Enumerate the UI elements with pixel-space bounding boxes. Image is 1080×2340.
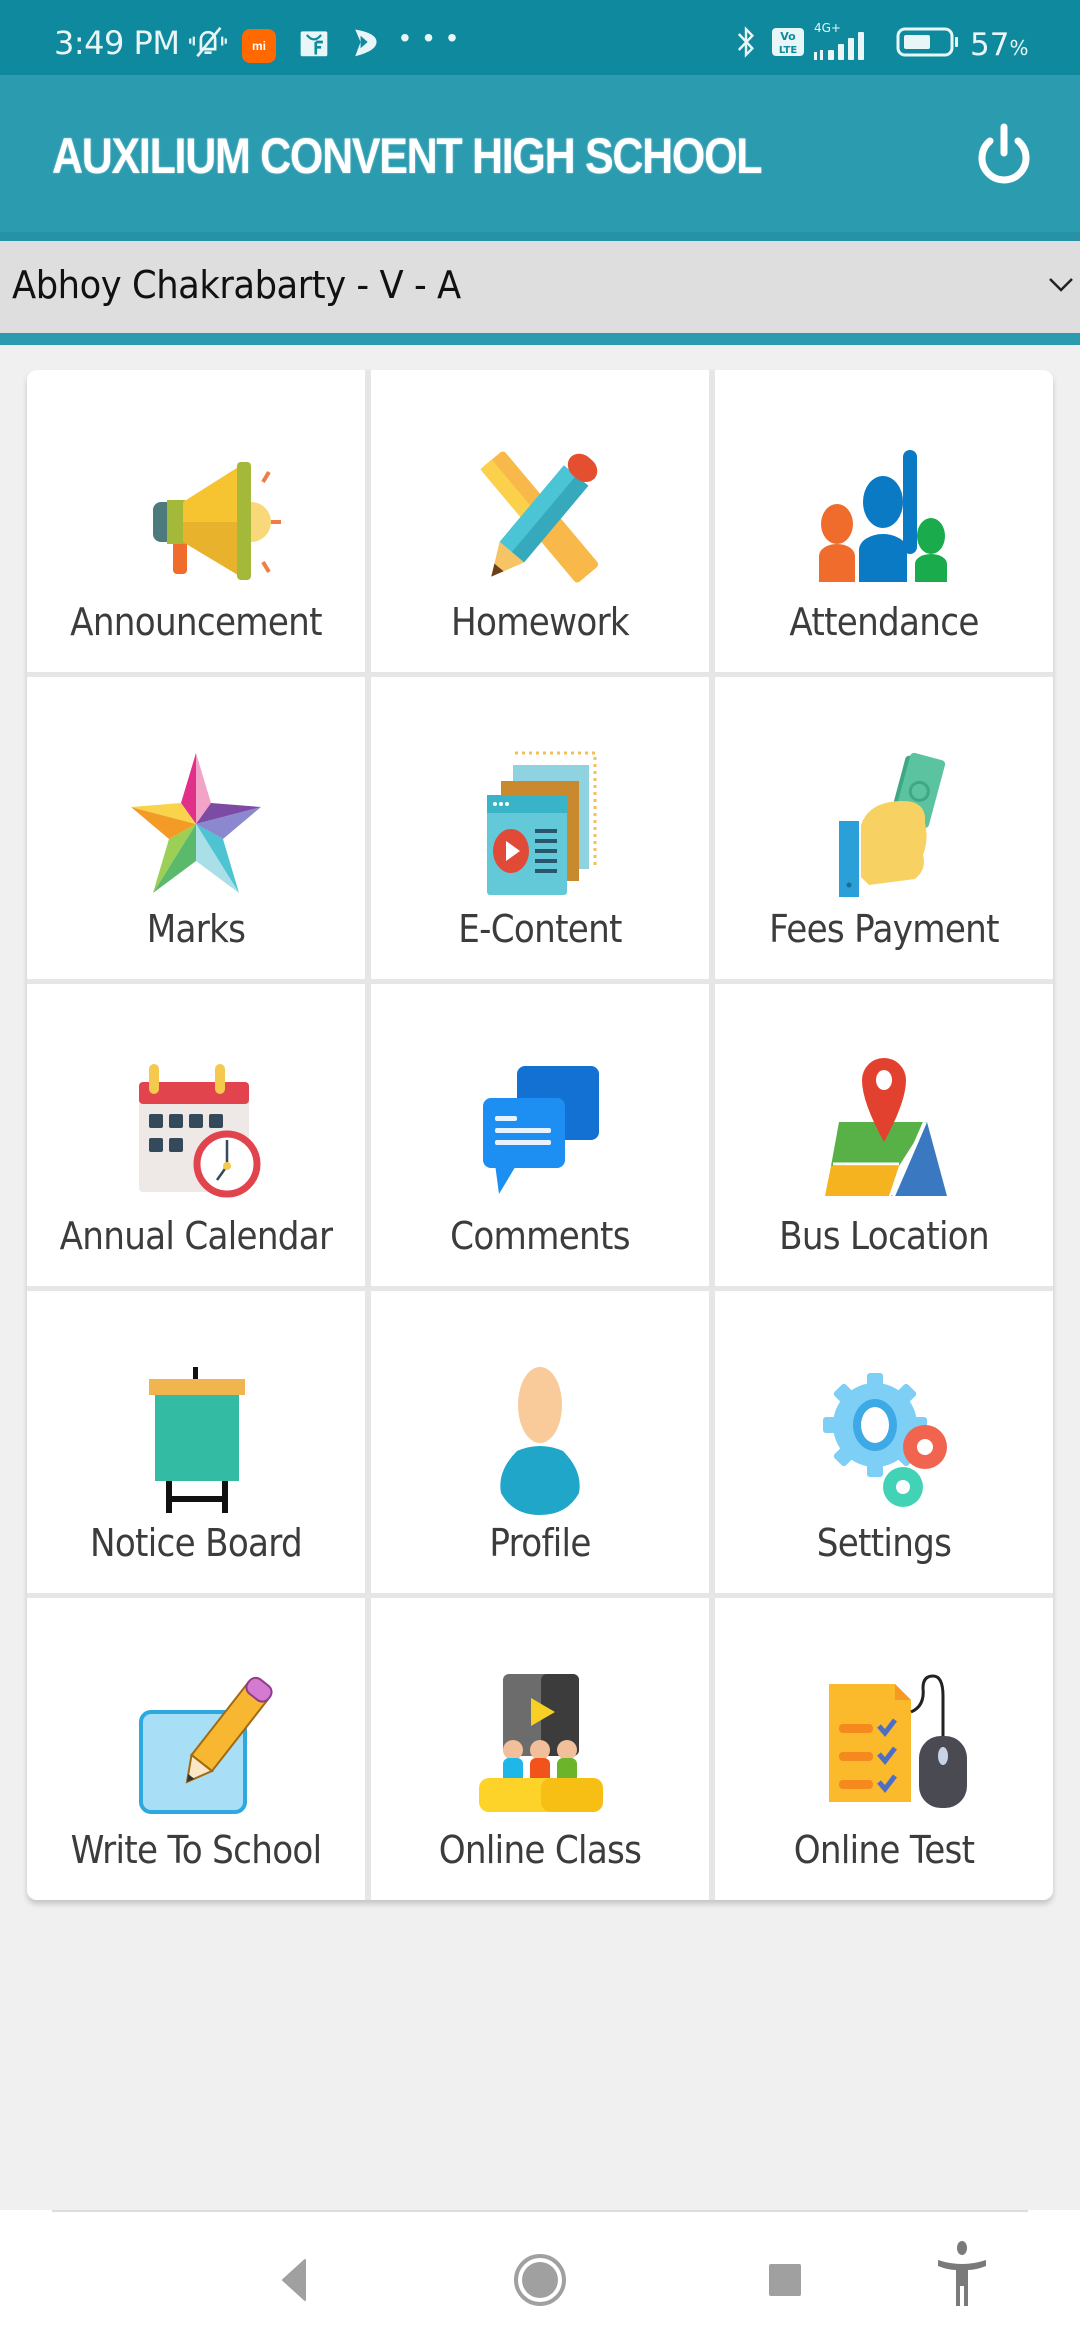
hand-money-icon	[839, 752, 946, 897]
menu-grid: Announcement Homework Attendance Marks E…	[27, 370, 1053, 1900]
online-test-icon	[829, 1674, 967, 1808]
star-icon	[131, 753, 261, 893]
tile-settings[interactable]: Settings	[715, 1291, 1053, 1593]
recents-icon[interactable]	[755, 2250, 815, 2310]
tile-profile[interactable]: Profile	[371, 1291, 709, 1593]
raised-hand-people-icon	[819, 450, 947, 582]
write-note-icon	[139, 1676, 273, 1814]
tile-fees-payment[interactable]: Fees Payment	[715, 677, 1053, 979]
tile-label: Homework	[450, 600, 630, 644]
tile-online-test[interactable]: Online Test	[715, 1598, 1053, 1900]
tile-announcement[interactable]: Announcement	[27, 370, 365, 672]
status-bar: 3:49 PM mi • • • Vo LTE 4G+ 57%	[0, 0, 1080, 75]
pencil-ruler-icon	[480, 451, 599, 583]
tile-label: Write To School	[70, 1828, 323, 1872]
status-time: 3:49 PM	[54, 24, 180, 62]
volte-icon: Vo LTE	[772, 28, 804, 56]
tile-write-to-school[interactable]: Write To School	[27, 1598, 365, 1900]
tile-attendance[interactable]: Attendance	[715, 370, 1053, 672]
chat-bubbles-icon	[483, 1066, 599, 1194]
home-icon[interactable]	[510, 2250, 570, 2310]
header-divider	[0, 333, 1080, 345]
notice-board-icon	[149, 1367, 245, 1513]
app-header: AUXILIUM CONVENT HIGH SCHOOL	[0, 75, 1080, 241]
back-icon[interactable]	[265, 2250, 325, 2310]
tile-e-content[interactable]: E-Content	[371, 677, 709, 979]
student-dropdown[interactable]: Abhoy Chakrabarty - V - A	[0, 241, 1080, 333]
tile-label: Fees Payment	[769, 907, 999, 951]
tile-label: Online Class	[438, 1828, 642, 1872]
tile-label: Online Test	[793, 1828, 975, 1872]
svg-text:4G+: 4G+	[814, 21, 841, 35]
user-icon	[500, 1367, 580, 1515]
tile-bus-location[interactable]: Bus Location	[715, 984, 1053, 1286]
tile-comments[interactable]: Comments	[371, 984, 709, 1286]
svg-text:LTE: LTE	[779, 45, 798, 56]
tile-homework[interactable]: Homework	[371, 370, 709, 672]
tile-label: Comments	[450, 1214, 630, 1258]
selected-student: Abhoy Chakrabarty - V - A	[12, 263, 461, 307]
tile-online-class[interactable]: Online Class	[371, 1598, 709, 1900]
online-class-icon	[479, 1674, 603, 1812]
gears-icon	[823, 1373, 947, 1507]
battery-icon	[896, 27, 958, 57]
svg-text:Vo: Vo	[780, 30, 796, 43]
video-content-icon	[487, 751, 597, 895]
tile-label: Announcement	[70, 600, 322, 644]
accessibility-icon[interactable]	[932, 2240, 992, 2310]
tile-label: Marks	[146, 907, 246, 951]
power-icon[interactable]	[968, 119, 1040, 191]
system-nav-bar	[0, 2210, 1080, 2340]
tile-label: Notice Board	[89, 1521, 303, 1565]
tile-label: E-Content	[458, 907, 622, 951]
megaphone-icon	[153, 462, 281, 580]
chevron-down-icon	[1049, 278, 1073, 292]
more-notifications-icon: • • •	[400, 22, 460, 53]
signal-4g-plus-icon: 4G+	[814, 21, 864, 60]
shopping-bag-icon	[300, 31, 328, 57]
tile-marks[interactable]: Marks	[27, 677, 365, 979]
map-pin-icon	[825, 1058, 947, 1197]
mute-bell-icon	[189, 26, 227, 58]
tile-annual-calendar[interactable]: Annual Calendar	[27, 984, 365, 1286]
tile-notice-board[interactable]: Notice Board	[27, 1291, 365, 1593]
calendar-clock-icon	[139, 1064, 261, 1198]
tile-label: Settings	[816, 1521, 952, 1565]
tile-label: Bus Location	[779, 1214, 990, 1258]
tile-label: Annual Calendar	[59, 1214, 333, 1258]
tile-label: Attendance	[789, 600, 979, 644]
tile-label: Profile	[489, 1521, 591, 1565]
school-title: AUXILIUM CONVENT HIGH SCHOOL	[52, 128, 763, 184]
mi-icon: mi	[242, 29, 276, 63]
battery-percent: 57%	[970, 27, 1029, 63]
nav-divider	[52, 2210, 1028, 2212]
play-app-icon	[355, 29, 377, 57]
bluetooth-icon	[737, 26, 755, 58]
